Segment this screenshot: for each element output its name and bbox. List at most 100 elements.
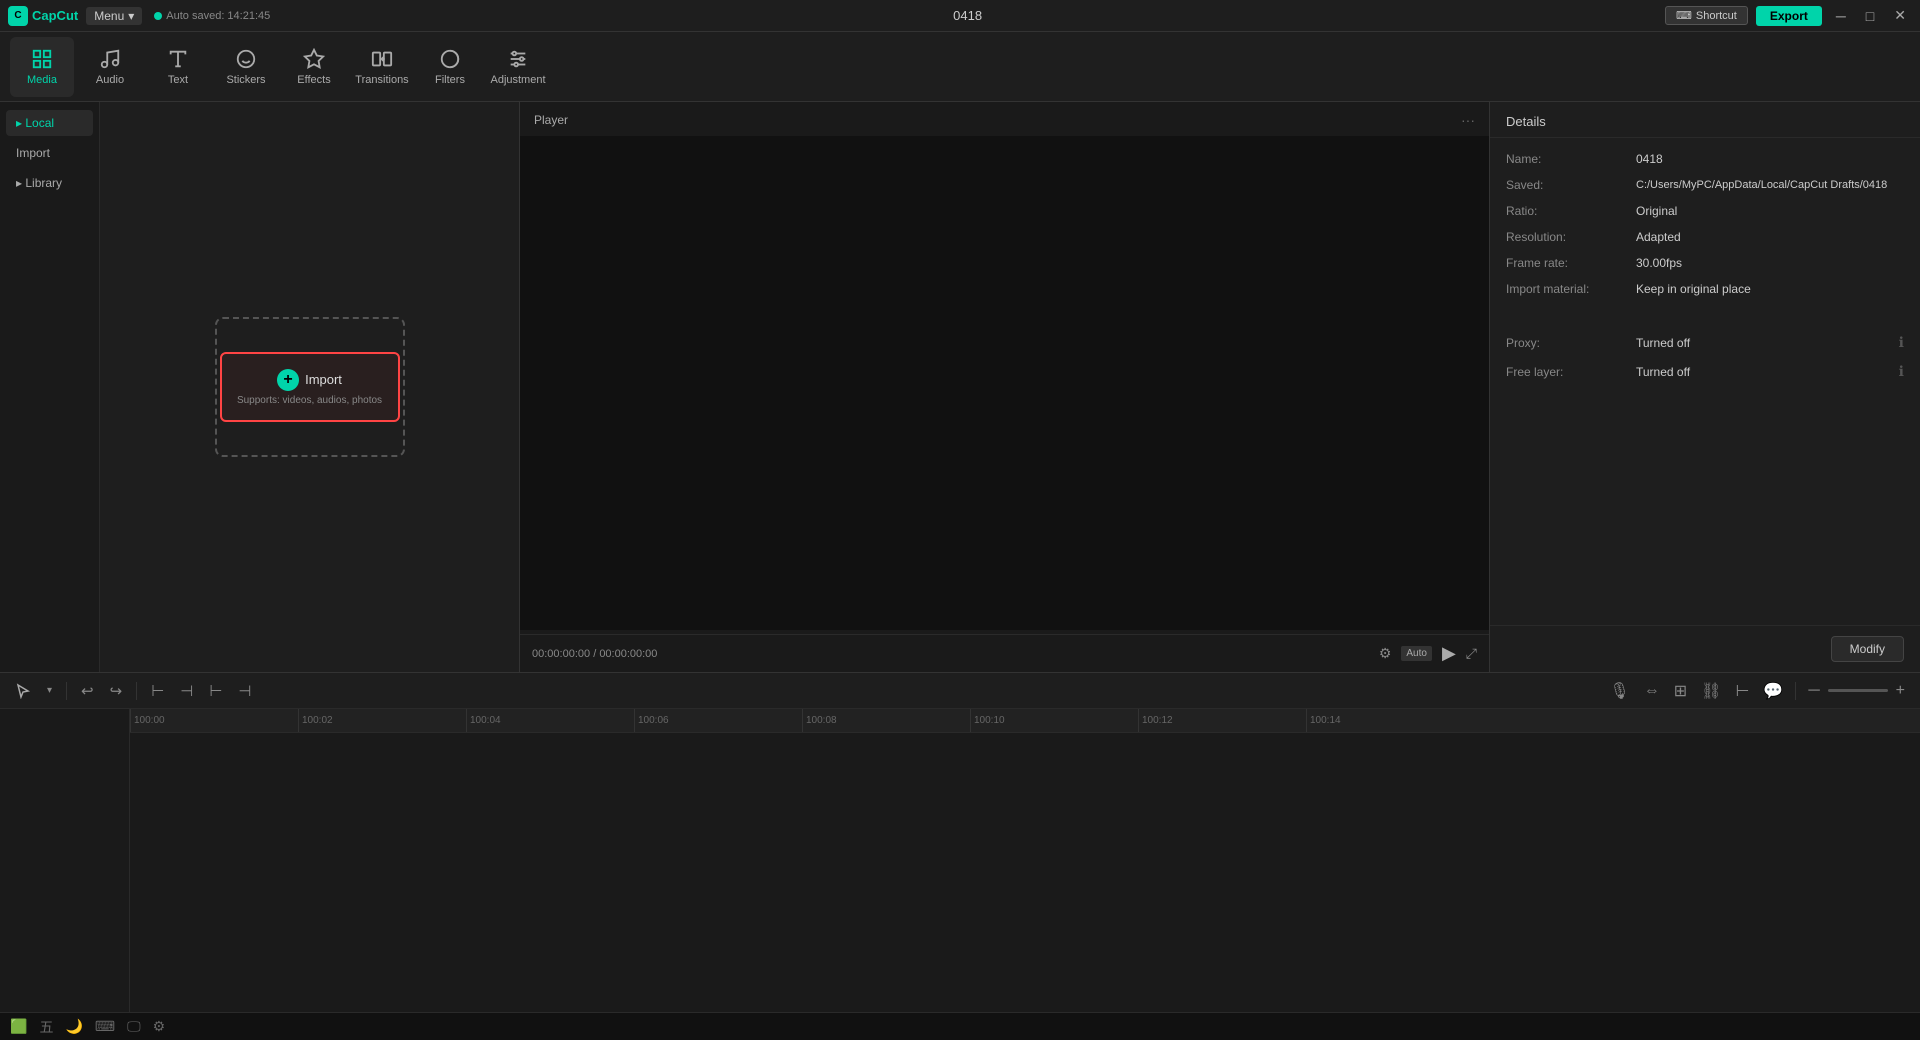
detail-value-import-material: Keep in original place	[1636, 282, 1904, 296]
timeline-track-labels	[0, 709, 130, 1012]
detail-value-ratio: Original	[1636, 204, 1904, 218]
toolbar-adjustment-label: Adjustment	[490, 74, 545, 86]
tl-zoom-in-button[interactable]: +	[1891, 679, 1910, 703]
nav-item-library[interactable]: ▸ Library	[6, 170, 93, 196]
tl-separator-1	[66, 682, 67, 700]
details-divider	[1506, 308, 1904, 322]
export-button[interactable]: Export	[1756, 6, 1822, 26]
toolbar-item-media[interactable]: Media	[10, 37, 74, 97]
toolbar-stickers-label: Stickers	[226, 74, 265, 86]
import-label: Import	[305, 372, 342, 387]
details-panel: Details Name: 0418 Saved: C:/Users/MyPC/…	[1490, 102, 1920, 672]
toolbar-text-label: Text	[168, 74, 188, 86]
tl-undo-button[interactable]: ↩	[76, 679, 99, 703]
tl-zoom-out-button[interactable]: ─	[1803, 679, 1824, 703]
left-panel: ▸ Local Import ▸ Library + Import S	[0, 102, 520, 672]
detail-label-resolution: Resolution:	[1506, 230, 1636, 244]
taskbar-item-6[interactable]: ⚙	[149, 1016, 170, 1037]
menu-button[interactable]: Menu ▾	[86, 7, 142, 25]
nav-item-local[interactable]: ▸ Local	[6, 110, 93, 136]
player-fullscreen-icon[interactable]: ⤢	[1466, 645, 1477, 662]
tl-mic-button[interactable]: 🎙	[1604, 678, 1634, 704]
player-auto-button[interactable]: Auto	[1401, 646, 1432, 661]
detail-row-free-layer: Free layer: Turned off ℹ	[1506, 363, 1904, 380]
toolbar-filters-label: Filters	[435, 74, 465, 86]
toolbar-effects-label: Effects	[297, 74, 330, 86]
tl-zoom-bar[interactable]	[1828, 689, 1888, 692]
nav-import-label: Import	[16, 146, 50, 160]
detail-value-framerate: 30.00fps	[1636, 256, 1904, 270]
taskbar-item-2[interactable]: 五	[35, 1015, 57, 1039]
proxy-toggle-icon[interactable]: ℹ	[1899, 334, 1904, 351]
detail-row-proxy: Proxy: Turned off ℹ	[1506, 334, 1904, 351]
menu-chevron-icon: ▾	[128, 9, 134, 23]
detail-row-import-material: Import material: Keep in original place	[1506, 282, 1904, 296]
detail-label-free-layer: Free layer:	[1506, 365, 1636, 379]
tl-trim-prev-button[interactable]: ⊣	[175, 679, 198, 703]
taskbar-item-5[interactable]: 🖵	[123, 1016, 145, 1037]
left-panel-body: ▸ Local Import ▸ Library + Import S	[0, 102, 519, 672]
ruler-mark-6: 100:12	[1138, 709, 1173, 732]
taskbar-item-1[interactable]: 🟩	[6, 1016, 31, 1037]
auto-saved-dot-icon	[154, 12, 162, 20]
toolbar-audio-label: Audio	[96, 74, 124, 86]
detail-label-saved: Saved:	[1506, 178, 1636, 192]
tl-cursor-dropdown[interactable]: ▾	[42, 682, 57, 699]
player-menu-icon[interactable]: ···	[1461, 112, 1475, 128]
nav-item-import[interactable]: Import	[6, 140, 93, 166]
tl-split-button[interactable]: ⊢	[146, 679, 169, 703]
toolbar-item-transitions[interactable]: Transitions	[350, 37, 414, 97]
player-controls: 00:00:00:00 / 00:00:00:00 ⚙ Auto ▶ ⤢	[520, 634, 1489, 672]
app-logo: C CapCut	[8, 6, 78, 26]
toolbar-item-text[interactable]: Text	[146, 37, 210, 97]
player-header: Player ···	[520, 102, 1489, 136]
taskbar-item-3[interactable]: 🌙	[61, 1016, 86, 1037]
detail-value-free-layer: Turned off	[1636, 365, 1899, 379]
ruler-mark-3: 100:06	[634, 709, 669, 732]
tl-trim-next-button[interactable]: ⊢	[204, 679, 227, 703]
player-settings-icon[interactable]: ⚙	[1379, 645, 1392, 662]
shortcut-icon: ⌨	[1676, 9, 1692, 22]
import-button[interactable]: + Import Supports: videos, audios, photo…	[220, 352, 400, 422]
shortcut-button[interactable]: ⌨ Shortcut	[1665, 6, 1748, 25]
tl-redo-button[interactable]: ↪	[105, 679, 128, 703]
ruler-mark-2: 100:04	[466, 709, 501, 732]
detail-value-proxy: Turned off	[1636, 336, 1899, 350]
toolbar-item-filters[interactable]: Filters	[418, 37, 482, 97]
modify-button[interactable]: Modify	[1831, 636, 1904, 662]
player-play-button[interactable]: ▶	[1442, 643, 1456, 664]
tl-comment-button[interactable]: 💬	[1758, 678, 1788, 704]
title-bar-right: ⌨ Shortcut Export ─ □ ✕	[1665, 5, 1912, 26]
toolbar-item-effects[interactable]: Effects	[282, 37, 346, 97]
timeline-content: 100:00 100:02 100:04 100:06 100:08 100:1…	[0, 709, 1920, 1012]
detail-label-framerate: Frame rate:	[1506, 256, 1636, 270]
minimize-button[interactable]: ─	[1830, 6, 1852, 26]
tl-cursor-button[interactable]	[10, 680, 36, 702]
taskbar-item-4[interactable]: ⌨	[91, 1016, 119, 1037]
timeline-main: 100:00 100:02 100:04 100:06 100:08 100:1…	[130, 709, 1920, 1012]
tl-separator-2	[136, 682, 137, 700]
close-button[interactable]: ✕	[1888, 5, 1912, 26]
maximize-button[interactable]: □	[1860, 6, 1880, 26]
ruler-mark-4: 100:08	[802, 709, 837, 732]
toolbar-item-stickers[interactable]: Stickers	[214, 37, 278, 97]
player-label: Player	[534, 113, 568, 127]
detail-row-name: Name: 0418	[1506, 152, 1904, 166]
timeline-area: ▾ ↩ ↪ ⊢ ⊣ ⊢ ⊣ 🎙 ⇔ ⊞ ⛓ ⊢ 💬 ─ +	[0, 672, 1920, 1012]
toolbar-item-audio[interactable]: Audio	[78, 37, 142, 97]
tl-link-button[interactable]: ⇔	[1639, 679, 1665, 703]
details-body: Name: 0418 Saved: C:/Users/MyPC/AppData/…	[1490, 138, 1920, 625]
tl-chain-button[interactable]: ⛓	[1696, 678, 1726, 704]
detail-value-saved: C:/Users/MyPC/AppData/Local/CapCut Draft…	[1636, 179, 1904, 191]
import-sub-text: Supports: videos, audios, photos	[237, 395, 382, 406]
tl-align-button[interactable]: ⊢	[1730, 678, 1754, 704]
details-footer: Modify	[1490, 625, 1920, 672]
tl-magnet-button[interactable]: ⊞	[1669, 678, 1692, 704]
tl-delete-button[interactable]: ⊣	[233, 679, 256, 703]
toolbar-item-adjustment[interactable]: Adjustment	[486, 37, 550, 97]
toolbar: Media Audio Text Stickers Effects Transi…	[0, 32, 1920, 102]
logo-icon: C	[8, 6, 28, 26]
detail-row-saved: Saved: C:/Users/MyPC/AppData/Local/CapCu…	[1506, 178, 1904, 192]
detail-row-ratio: Ratio: Original	[1506, 204, 1904, 218]
free-layer-toggle-icon[interactable]: ℹ	[1899, 363, 1904, 380]
